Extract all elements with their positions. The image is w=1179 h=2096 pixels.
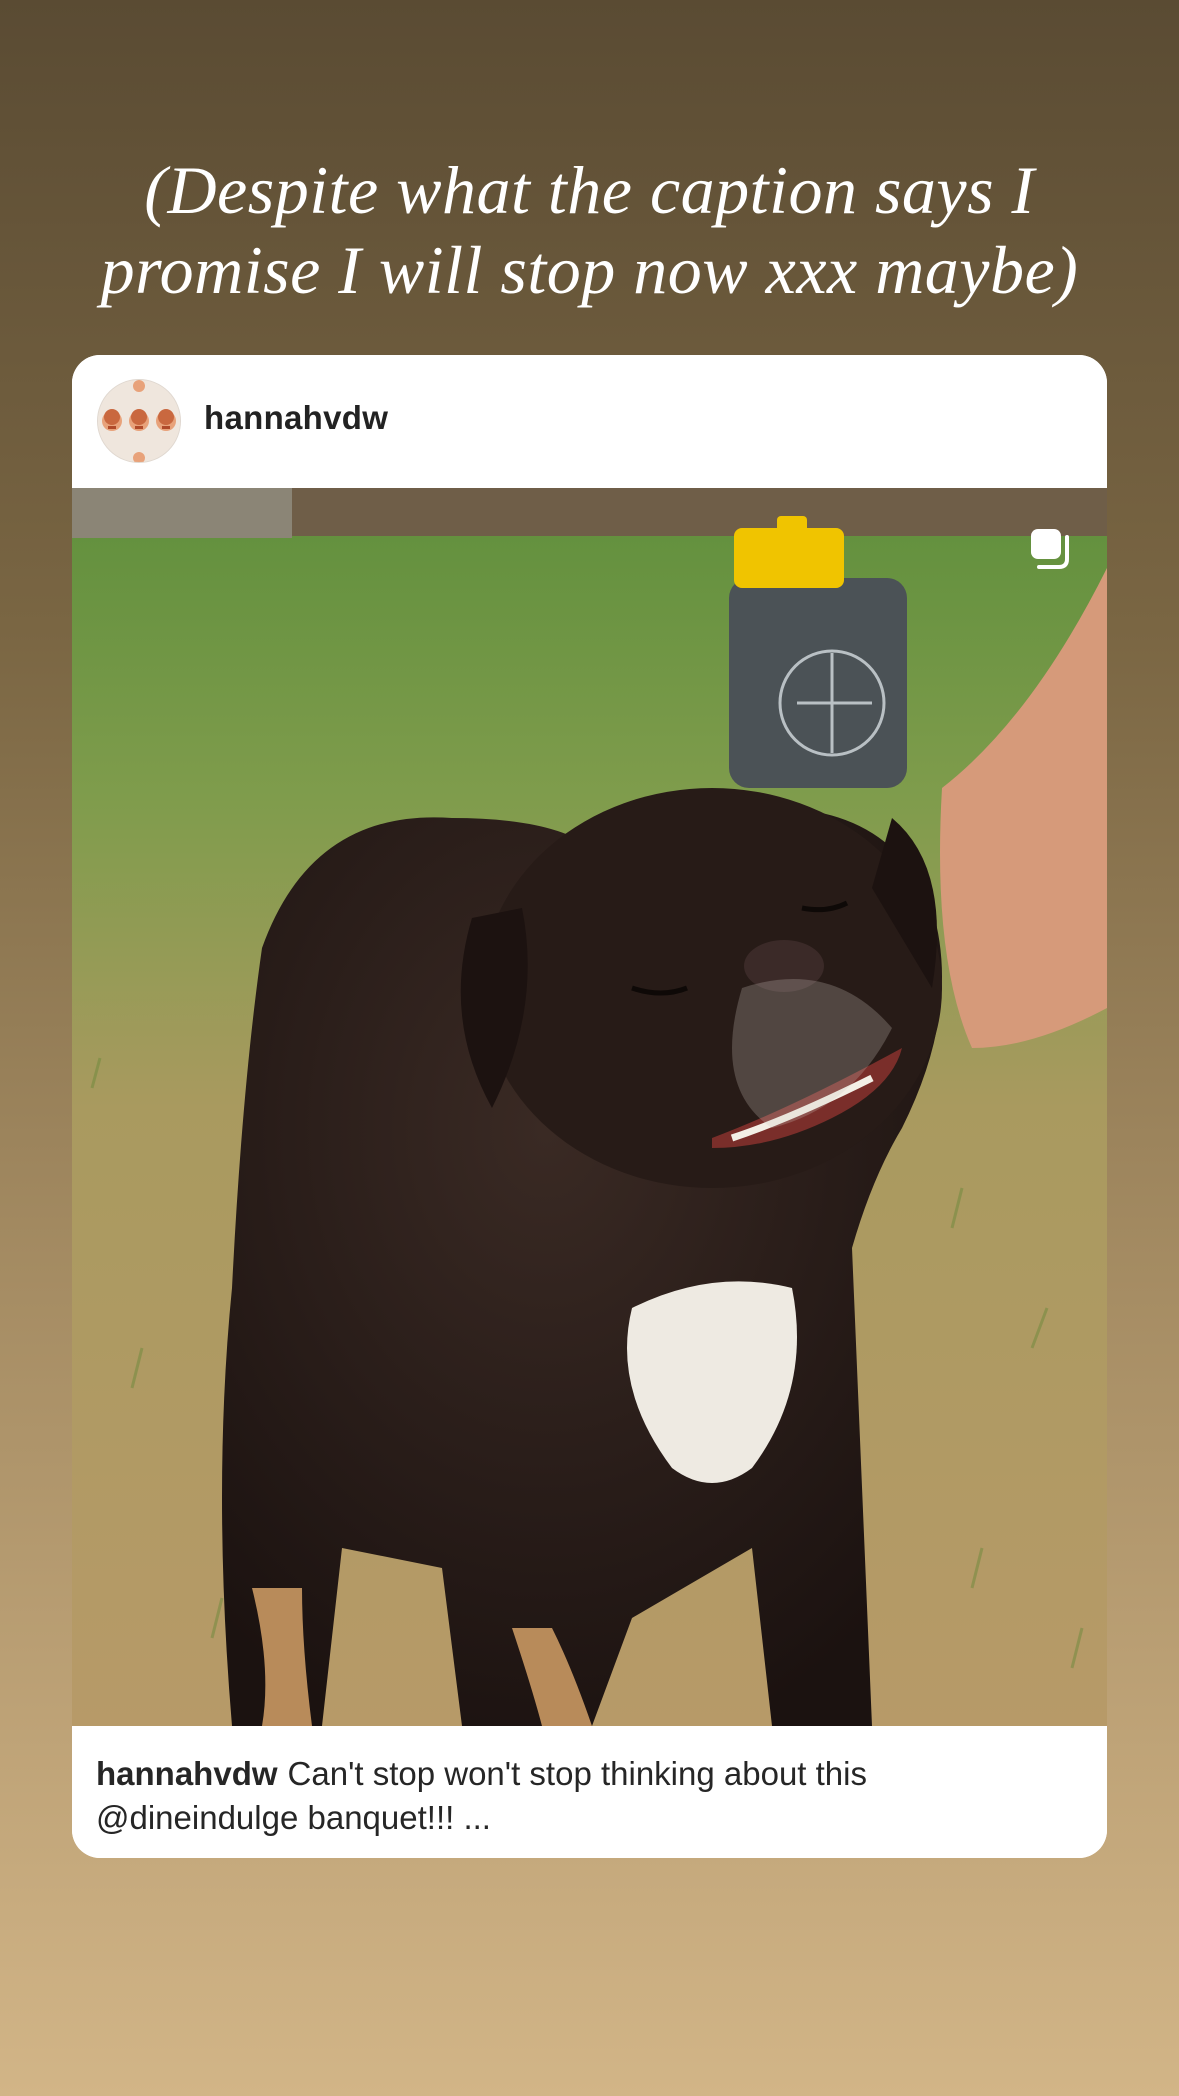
caption-username[interactable]: hannahvdw [96, 1755, 278, 1792]
post-header[interactable]: hannahvdw [72, 355, 1107, 488]
story-caption: (Despite what the caption says I promise… [100, 152, 1079, 308]
caption-line-1: Can't stop won't stop thinking about thi… [287, 1755, 867, 1792]
post-username[interactable]: hannahvdw [204, 399, 388, 437]
post-caption: hannahvdw Can't stop won't stop thinking … [96, 1752, 1076, 1840]
shared-post-card[interactable]: hannahvdw hannahvdw Can't stop won't sto… [72, 355, 1107, 1858]
avatar[interactable] [97, 379, 181, 463]
caption-line-2: @dineindulge banquet!!! ... [96, 1799, 491, 1836]
post-caption-area[interactable]: hannahvdw Can't stop won't stop thinking … [72, 1726, 1107, 1858]
post-photo[interactable] [72, 488, 1107, 1726]
carousel-multiple-icon [1025, 523, 1075, 573]
